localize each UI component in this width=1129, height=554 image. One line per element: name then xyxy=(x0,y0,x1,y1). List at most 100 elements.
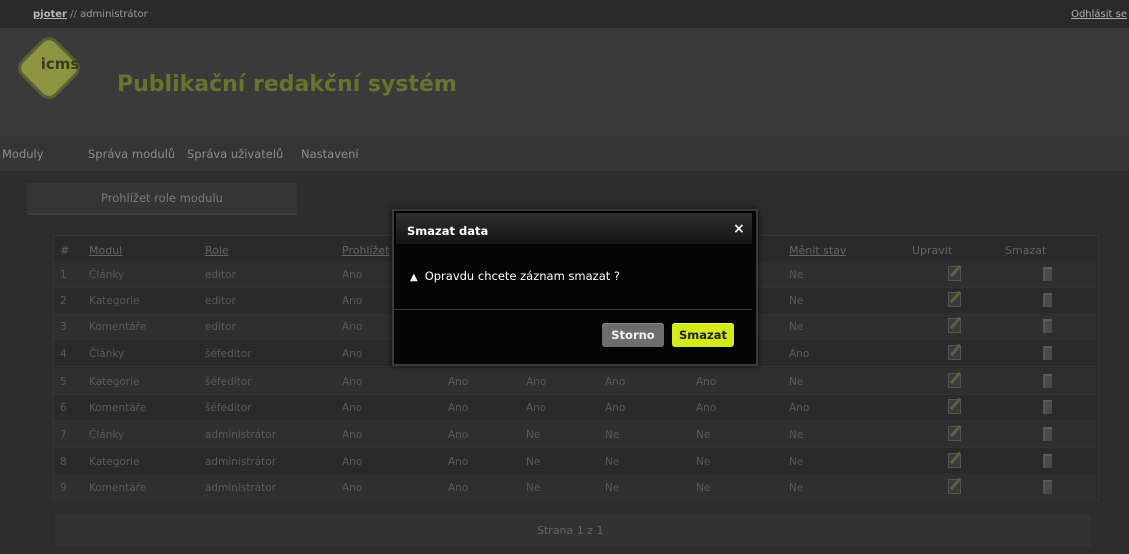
row-modul: Kategorie xyxy=(89,295,140,307)
row-number: 7 xyxy=(60,429,67,441)
edit-icon[interactable] xyxy=(948,426,961,441)
trash-icon[interactable] xyxy=(1043,454,1052,468)
row-col7: Ne xyxy=(605,482,620,494)
col-header-modul[interactable]: Modul xyxy=(89,244,122,257)
row-role: administrátor xyxy=(205,482,277,494)
dialog-divider xyxy=(394,309,752,310)
row-col5: Ano xyxy=(448,376,469,388)
edit-icon[interactable] xyxy=(948,266,961,281)
row-col5: Ano xyxy=(448,429,469,441)
trash-icon[interactable] xyxy=(1043,427,1052,441)
row-col6: Ano xyxy=(526,402,547,414)
tab-label: Prohlížet role modulu xyxy=(101,191,223,205)
col-header-prohlizet[interactable]: Prohlížet xyxy=(342,244,389,257)
row-prohlizet: Ano xyxy=(342,348,363,360)
row-role: šéfeditor xyxy=(205,376,252,388)
user-separator: // xyxy=(70,9,77,20)
row-number: 1 xyxy=(60,269,67,281)
row-menit-stav: Ne xyxy=(789,482,804,494)
pagination-text: Strana 1 z 1 xyxy=(537,524,604,537)
col-header-role[interactable]: Role xyxy=(205,244,229,257)
row-col5: Ano xyxy=(448,482,469,494)
row-prohlizet: Ano xyxy=(342,295,363,307)
row-modul: Články xyxy=(89,269,125,281)
row-prohlizet: Ano xyxy=(342,456,363,468)
dialog-title: Smazat data xyxy=(407,224,489,238)
username-link[interactable]: pjoter xyxy=(33,9,67,20)
row-role: editor xyxy=(205,321,236,333)
row-number: 2 xyxy=(60,295,67,307)
row-modul: Komentáře xyxy=(89,402,147,414)
trash-icon[interactable] xyxy=(1043,480,1052,494)
row-prohlizet: Ano xyxy=(342,429,363,441)
row-modul: Články xyxy=(89,429,125,441)
row-role: editor xyxy=(205,269,236,281)
row-col8: Ne xyxy=(696,456,711,468)
main-nav: Moduly Správa modulů Správa uživatelů Na… xyxy=(0,136,1129,171)
top-bar: pjoter // administrátor Odhlásit se xyxy=(0,0,1129,28)
row-col7: Ano xyxy=(605,376,626,388)
row-col8: Ne xyxy=(696,482,711,494)
row-prohlizet: Ano xyxy=(342,321,363,333)
close-icon[interactable]: × xyxy=(733,221,745,237)
col-header-smazat: Smazat xyxy=(1005,244,1047,257)
trash-icon[interactable] xyxy=(1043,346,1052,360)
edit-icon[interactable] xyxy=(948,399,961,414)
row-prohlizet: Ano xyxy=(342,402,363,414)
row-col6: Ne xyxy=(526,456,541,468)
delete-button[interactable]: Smazat xyxy=(672,323,734,347)
row-modul: Komentáře xyxy=(89,321,147,333)
user-info: pjoter // administrátor xyxy=(33,9,148,20)
dialog-message-text: Opravdu chcete záznam smazat ? xyxy=(424,269,621,283)
trash-icon[interactable] xyxy=(1043,267,1052,281)
row-number: 8 xyxy=(60,456,67,468)
row-col7: Ne xyxy=(605,456,620,468)
edit-icon[interactable] xyxy=(948,479,961,494)
row-menit-stav: Ne xyxy=(789,295,804,307)
row-modul: Kategorie xyxy=(89,456,140,468)
col-header-menit-stav[interactable]: Měnit stav xyxy=(789,244,846,257)
row-modul: Články xyxy=(89,348,125,360)
row-role: editor xyxy=(205,295,236,307)
warning-icon: ▲ xyxy=(410,272,418,283)
row-prohlizet: Ano xyxy=(342,376,363,388)
trash-icon[interactable] xyxy=(1043,400,1052,414)
row-modul: Kategorie xyxy=(89,376,140,388)
row-col7: Ne xyxy=(605,429,620,441)
row-number: 6 xyxy=(60,402,67,414)
row-prohlizet: Ano xyxy=(342,482,363,494)
table-row: 6 Komentáře šéfeditor Ano Ano Ano Ano An… xyxy=(54,394,1096,421)
logo-text: icms xyxy=(40,55,80,73)
dialog-message: ▲ Opravdu chcete záznam smazat ? xyxy=(410,269,620,283)
row-col6: Ne xyxy=(526,429,541,441)
table-row: 5 Kategorie šéfeditor Ano Ano Ano Ano An… xyxy=(54,368,1096,395)
edit-icon[interactable] xyxy=(948,292,961,307)
row-menit-stav: Ne xyxy=(789,321,804,333)
row-col8: Ne xyxy=(696,429,711,441)
trash-icon[interactable] xyxy=(1043,293,1052,307)
row-col7: Ano xyxy=(605,402,626,414)
row-modul: Komentáře xyxy=(89,482,147,494)
edit-icon[interactable] xyxy=(948,345,961,360)
row-menit-stav: Ne xyxy=(789,456,804,468)
row-prohlizet: Ano xyxy=(342,269,363,281)
trash-icon[interactable] xyxy=(1043,319,1052,333)
nav-item-sprava-uzivatelu[interactable]: Správa uživatelů xyxy=(187,147,283,161)
pagination: Strana 1 z 1 xyxy=(55,515,1091,547)
nav-item-nastaveni[interactable]: Nastavení xyxy=(301,147,359,161)
nav-item-sprava-modulu[interactable]: Správa modulů xyxy=(88,147,175,161)
col-header-number: # xyxy=(60,244,70,257)
logout-link[interactable]: Odhlásit se xyxy=(1071,9,1127,20)
col-header-upravit: Upravit xyxy=(912,244,953,257)
nav-item-moduly[interactable]: Moduly xyxy=(2,147,44,161)
row-col8: Ano xyxy=(696,376,717,388)
row-menit-stav: Ne xyxy=(789,429,804,441)
table-row: 8 Kategorie administrátor Ano Ano Ne Ne … xyxy=(54,448,1096,475)
tab-prohlizet-role[interactable]: Prohlížet role modulu xyxy=(27,183,297,215)
cancel-button[interactable]: Storno xyxy=(602,323,664,347)
trash-icon[interactable] xyxy=(1043,374,1052,388)
edit-icon[interactable] xyxy=(948,318,961,333)
table-row: 7 Články administrátor Ano Ano Ne Ne Ne … xyxy=(54,421,1096,448)
edit-icon[interactable] xyxy=(948,453,961,468)
edit-icon[interactable] xyxy=(948,373,961,388)
